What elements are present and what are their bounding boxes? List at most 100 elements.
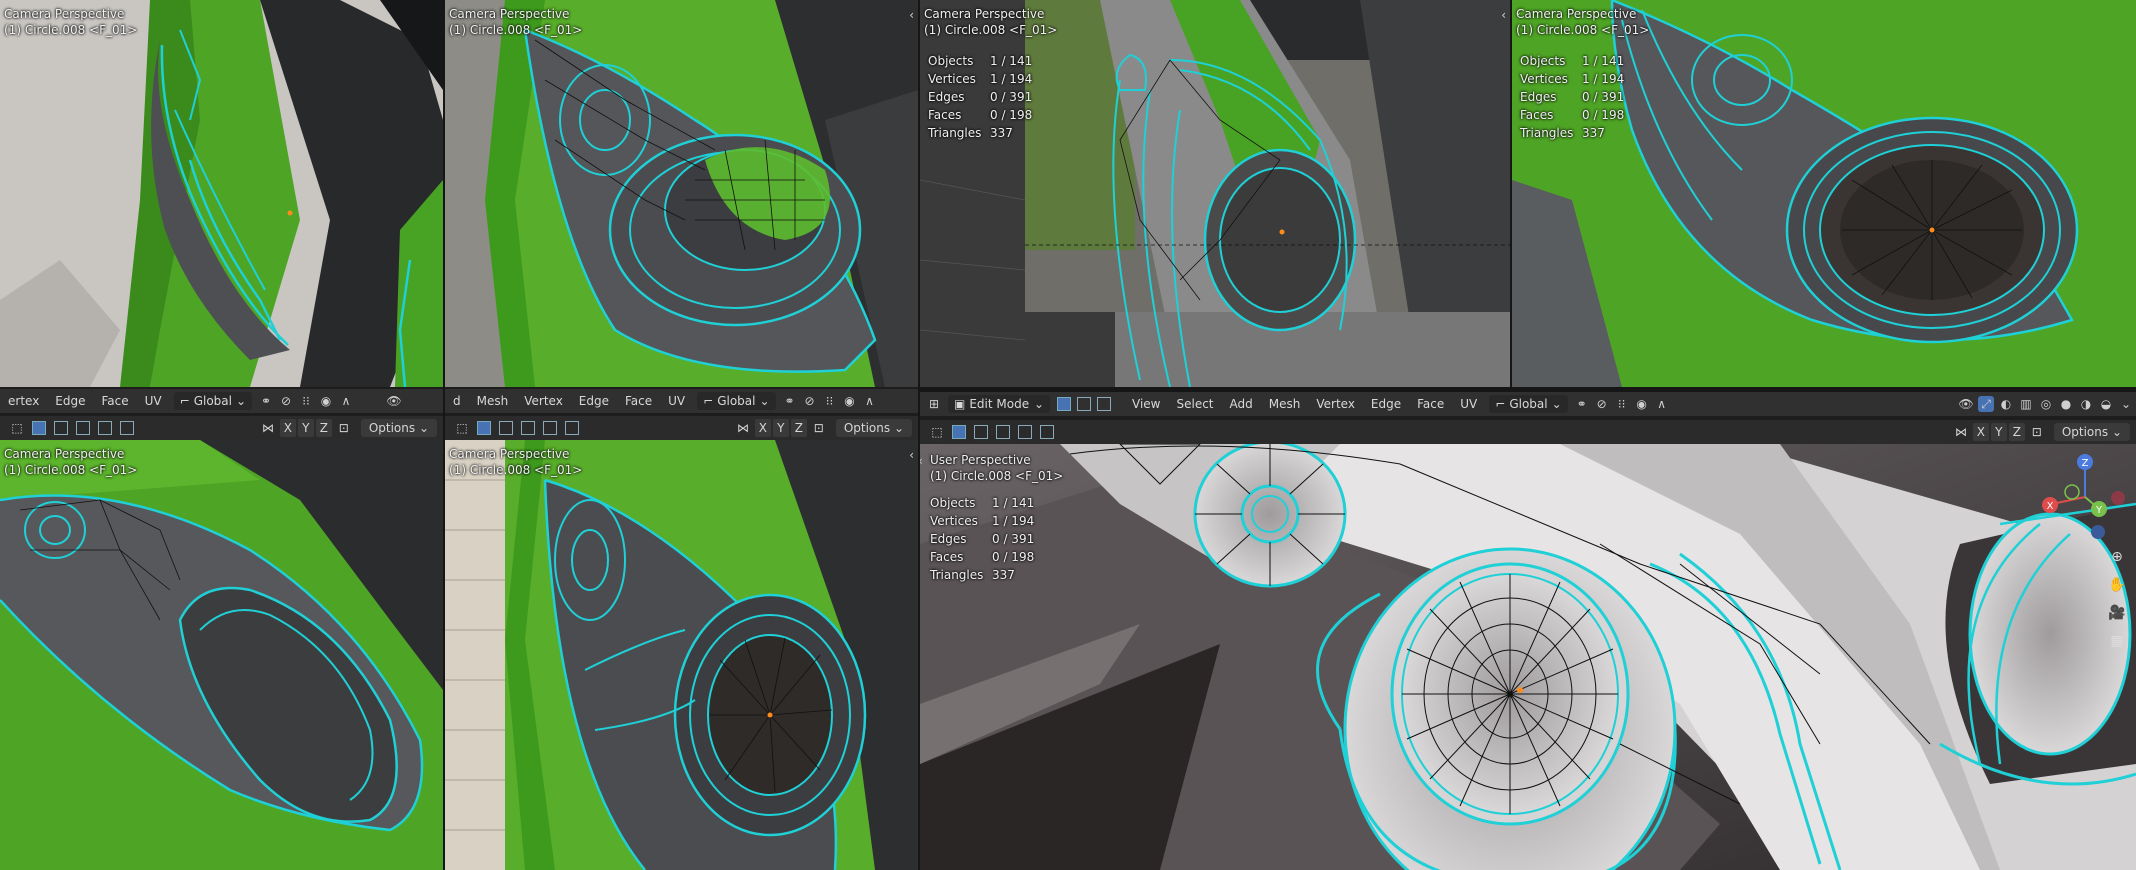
area-divider[interactable]	[918, 0, 920, 870]
mode-dropdown[interactable]: ▣ Edit Mode ⌄	[948, 395, 1050, 413]
auto-merge-icon[interactable]: ⊡	[335, 419, 353, 437]
mirror-x-toggle[interactable]: X	[754, 419, 771, 437]
options-dropdown[interactable]: Options ⌄	[2053, 423, 2130, 441]
menu-edge[interactable]: Edge	[1363, 392, 1409, 416]
collapse-icon[interactable]: ‹	[909, 448, 914, 462]
select-extend-icon[interactable]	[52, 419, 70, 437]
select-intersect-icon[interactable]	[563, 419, 581, 437]
orientation-dropdown[interactable]: ⌐ Global ⌄	[697, 392, 776, 410]
pan-hand-icon[interactable]: ✋	[2106, 574, 2128, 596]
select-new-icon[interactable]	[30, 419, 48, 437]
mirror-icon[interactable]: ⋈	[734, 419, 752, 437]
tool-select-icon[interactable]: ⬚	[8, 419, 26, 437]
menu-add[interactable]: Add	[1222, 392, 1261, 416]
auto-merge-icon[interactable]: ⊡	[2028, 423, 2046, 441]
select-subtract-icon[interactable]	[994, 423, 1012, 441]
menu-mesh[interactable]: Mesh	[1261, 392, 1309, 416]
menu-select[interactable]: Select	[1168, 392, 1221, 416]
mirror-z-toggle[interactable]: Z	[315, 419, 332, 437]
menu-face[interactable]: Face	[1409, 392, 1452, 416]
collapse-icon[interactable]: ‹	[909, 8, 914, 22]
select-extend-icon[interactable]	[497, 419, 515, 437]
tool-select-icon[interactable]: ⬚	[928, 423, 946, 441]
select-new-icon[interactable]	[950, 423, 968, 441]
mirror-z-toggle[interactable]: Z	[790, 419, 807, 437]
collapse-icon[interactable]: ‹	[1516, 8, 1521, 22]
area-divider[interactable]	[1510, 0, 1512, 390]
visibility-icon[interactable]: 👁	[386, 393, 402, 409]
menu-face[interactable]: Face	[617, 389, 660, 413]
select-intersect-icon[interactable]	[1038, 423, 1056, 441]
vertex-select-icon[interactable]	[1056, 396, 1072, 412]
viewport-top-4[interactable]: Camera Perspective (1) Circle.008 <F_01>…	[1512, 0, 2136, 387]
menu-vertex[interactable]: ertex	[0, 389, 47, 413]
options-dropdown[interactable]: Options ⌄	[360, 419, 437, 437]
viewport-bottom-3[interactable]: User Perspective (1) Circle.008 <F_01> O…	[920, 444, 2136, 870]
snap-icon[interactable]: ⊘	[1594, 396, 1610, 412]
proportional-edit-icon[interactable]: ◉	[842, 393, 858, 409]
select-invert-icon[interactable]	[541, 419, 559, 437]
rendered-shading-icon[interactable]: ◒	[2098, 396, 2114, 412]
menu-mesh[interactable]: Mesh	[469, 389, 517, 413]
mirror-z-toggle[interactable]: Z	[2008, 423, 2025, 441]
falloff-icon[interactable]: ∧	[862, 393, 878, 409]
mirror-y-toggle[interactable]: Y	[1990, 423, 2007, 441]
select-new-icon[interactable]	[475, 419, 493, 437]
snap-grid-icon[interactable]: ⁝⁝	[822, 393, 838, 409]
falloff-icon[interactable]: ∧	[1654, 396, 1670, 412]
zoom-icon[interactable]: ⊕	[2106, 546, 2128, 568]
pivot-icon[interactable]: ⚭	[258, 393, 274, 409]
menu-vertex[interactable]: Vertex	[516, 389, 571, 413]
menu-edge[interactable]: Edge	[47, 389, 93, 413]
camera-view-icon[interactable]: 🎥	[2106, 602, 2128, 624]
mirror-x-toggle[interactable]: X	[1972, 423, 1989, 441]
xray-icon[interactable]: ▥	[2018, 396, 2034, 412]
perspective-toggle-icon[interactable]: ▦	[2106, 630, 2128, 652]
auto-merge-icon[interactable]: ⊡	[810, 419, 828, 437]
snap-icon[interactable]: ⊘	[278, 393, 294, 409]
wireframe-shading-icon[interactable]: ◎	[2038, 396, 2054, 412]
mirror-icon[interactable]: ⋈	[1952, 423, 1970, 441]
menu-edge[interactable]: Edge	[571, 389, 617, 413]
menu-vertex[interactable]: Vertex	[1308, 392, 1363, 416]
visibility-icon[interactable]: 👁	[1958, 396, 1974, 412]
viewport-bottom-1[interactable]: Camera Perspective (1) Circle.008 <F_01>	[0, 440, 443, 870]
menu-view[interactable]: View	[1124, 392, 1168, 416]
gizmo-neg-z-axis[interactable]	[2091, 525, 2105, 539]
snap-grid-icon[interactable]: ⁝⁝	[1614, 396, 1630, 412]
gizmo-toggle-icon[interactable]: ⤢	[1978, 396, 1994, 412]
shading-options-icon[interactable]: ⌄	[2118, 396, 2134, 412]
area-divider[interactable]	[443, 0, 445, 870]
orientation-dropdown[interactable]: ⌐ Global ⌄	[1489, 395, 1568, 413]
viewport-bottom-2[interactable]: Camera Perspective (1) Circle.008 <F_01>…	[445, 440, 918, 870]
snap-grid-icon[interactable]: ⁝⁝	[298, 393, 314, 409]
edge-select-icon[interactable]	[1076, 396, 1092, 412]
mirror-y-toggle[interactable]: Y	[297, 419, 314, 437]
viewport-top-2[interactable]: Camera Perspective (1) Circle.008 <F_01>…	[445, 0, 918, 387]
options-dropdown[interactable]: Options ⌄	[835, 419, 912, 437]
menu-add-partial[interactable]: d	[445, 389, 469, 413]
proportional-edit-icon[interactable]: ◉	[1634, 396, 1650, 412]
editor-type-icon[interactable]: ⊞	[926, 396, 942, 412]
proportional-edit-icon[interactable]: ◉	[318, 393, 334, 409]
select-subtract-icon[interactable]	[519, 419, 537, 437]
pivot-icon[interactable]: ⚭	[1574, 396, 1590, 412]
gizmo-neg-x-axis[interactable]	[2111, 491, 2125, 505]
overlay-icon[interactable]: ◐	[1998, 396, 2014, 412]
orientation-dropdown[interactable]: ⌐ Global ⌄	[173, 392, 253, 410]
collapse-icon[interactable]: ‹	[920, 454, 923, 468]
tool-select-icon[interactable]: ⬚	[453, 419, 471, 437]
area-divider[interactable]	[920, 387, 2136, 392]
viewport-top-1[interactable]: Camera Perspective (1) Circle.008 <F_01>	[0, 0, 443, 387]
material-shading-icon[interactable]: ◑	[2078, 396, 2094, 412]
menu-face[interactable]: Face	[94, 389, 137, 413]
snap-icon[interactable]: ⊘	[802, 393, 818, 409]
menu-uv[interactable]: UV	[137, 389, 170, 413]
viewport-top-3[interactable]: Camera Perspective (1) Circle.008 <F_01>…	[920, 0, 1510, 387]
select-intersect-icon[interactable]	[118, 419, 136, 437]
mirror-y-toggle[interactable]: Y	[772, 419, 789, 437]
menu-uv[interactable]: UV	[1452, 392, 1485, 416]
select-extend-icon[interactable]	[972, 423, 990, 441]
mirror-icon[interactable]: ⋈	[259, 419, 277, 437]
select-invert-icon[interactable]	[1016, 423, 1034, 441]
